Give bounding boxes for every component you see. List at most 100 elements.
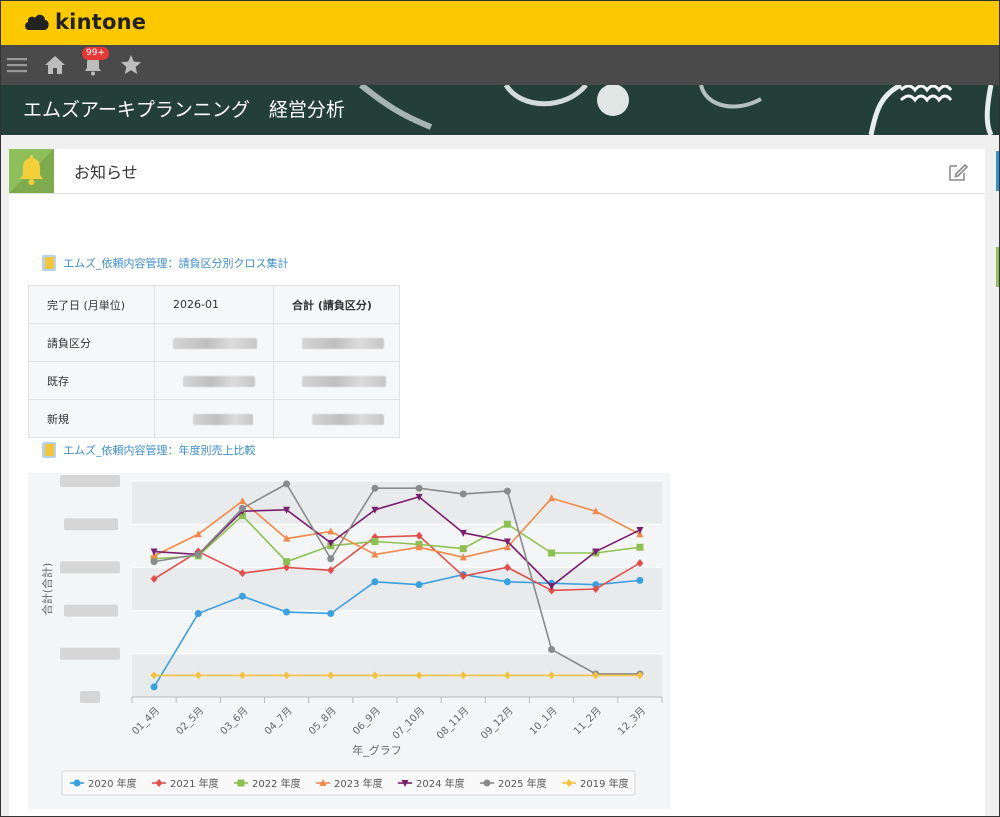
notification-badge: 99+ [82, 47, 109, 60]
data-point [371, 578, 379, 586]
plot-band [132, 610, 662, 654]
x-tick-label: 07_10月 [390, 705, 427, 742]
data-point [371, 484, 379, 492]
masked-value [273, 399, 400, 438]
side-tab[interactable] [996, 151, 999, 191]
x-tick-label: 05_8月 [306, 705, 339, 738]
data-point [237, 779, 245, 787]
masked-y-tick [60, 475, 120, 487]
data-point [503, 487, 511, 495]
notice-bell-tile [9, 149, 54, 193]
x-tick-label: 10_1月 [527, 705, 560, 738]
table-row: 請負区分 [28, 323, 400, 362]
panel-title: お知らせ [74, 163, 138, 182]
data-point [238, 504, 246, 512]
data-point [636, 543, 644, 551]
table-header-cell: 完了日 (月単位) [28, 285, 155, 324]
table-row: 既存 [28, 361, 400, 400]
legend-entry: 2024 年度 [416, 777, 465, 790]
x-tick-label: 02_5月 [174, 705, 207, 738]
report-link-crosstab[interactable]: エムズ_依頼内容管理：請負区分別クロス集計 [41, 254, 289, 272]
masked-value [154, 399, 274, 438]
legend-entry: 2020 年度 [88, 777, 137, 790]
masked-value [273, 323, 400, 362]
data-point [503, 578, 511, 586]
masked-y-tick [64, 518, 118, 531]
space-title: エムズアーキプランニング 経営分析 [23, 99, 345, 121]
space-header: エムズアーキプランニング 経営分析 [1, 85, 999, 135]
data-point [194, 609, 202, 617]
x-tick-label: 08_11月 [434, 705, 471, 742]
data-point [194, 550, 202, 558]
row-label: 請負区分 [28, 323, 155, 362]
x-tick-label: 03_6月 [218, 705, 251, 738]
panel-header: お知らせ [9, 149, 985, 194]
data-point [503, 520, 511, 528]
data-point [283, 558, 291, 566]
data-point [283, 480, 291, 488]
x-axis-title: 年_グラフ [352, 743, 402, 757]
top-bar: kintone [1, 1, 999, 45]
home-icon[interactable] [43, 53, 67, 77]
data-point [415, 484, 423, 492]
legend-entry: 2022 年度 [252, 777, 301, 790]
report-title: エムズ_依頼内容管理：請負区分別クロス集計 [63, 257, 289, 270]
data-point [283, 608, 291, 616]
notice-bell-icon [9, 149, 54, 193]
report-book-icon [42, 255, 56, 271]
data-point [636, 576, 644, 584]
report-book-icon [42, 442, 56, 458]
data-point [371, 537, 379, 545]
menu-icon[interactable] [5, 53, 29, 77]
data-point [548, 645, 556, 653]
x-tick-label: 11_2月 [571, 705, 604, 738]
yearly-sales-chart: 01_4月 02_5月 03_6月 04_7月 05_8月 06_9月 07_10月 08_1… [28, 473, 670, 809]
report-title: エムズ_依頼内容管理：年度別売上比較 [63, 444, 256, 457]
x-tick-label: 01_4月 [130, 705, 163, 738]
y-axis-title: 合計(合計) [40, 563, 54, 616]
line-chart-svg: 01_4月 02_5月 03_6月 04_7月 05_8月 06_9月 07_10月 08_1… [40, 475, 663, 796]
data-point [459, 490, 467, 498]
row-label: 既存 [28, 361, 155, 400]
notice-panel: お知らせ エムズ_依頼内容管理：請負区分別クロス集計 完了日 (月単位) 202… [9, 149, 985, 816]
legend-entry: 2023 年度 [334, 777, 383, 790]
data-point [150, 558, 158, 566]
crosstab-table: 完了日 (月単位) 2026-01 合計 (請負区分) 請負区分 既存 新規 [28, 285, 400, 438]
data-point [238, 592, 246, 600]
data-point [548, 549, 556, 557]
kintone-window: kintone 99+ エムズアーキプランニング 経営分析 お知らせ エムズ_依… [0, 0, 1000, 817]
kintone-logo[interactable]: kintone [23, 9, 146, 35]
cloud-logo-icon [25, 14, 49, 30]
table-row: 新規 [28, 399, 400, 438]
report-link-yearly-sales[interactable]: エムズ_依頼内容管理：年度別売上比較 [41, 441, 256, 459]
row-label: 新規 [28, 399, 155, 438]
legend-entry: 2021 年度 [170, 777, 219, 790]
side-tab[interactable] [996, 247, 999, 287]
legend-entry: 2025 年度 [498, 777, 547, 790]
global-nav: 99+ [1, 45, 999, 85]
masked-value [154, 323, 274, 362]
edit-icon[interactable] [947, 161, 969, 183]
data-point [327, 609, 335, 617]
masked-y-tick [60, 647, 120, 660]
masked-y-tick [80, 691, 100, 703]
x-tick-label: 06_9月 [350, 705, 383, 738]
data-point [415, 581, 423, 589]
masked-value [154, 361, 274, 400]
masked-value [273, 361, 400, 400]
data-point [459, 545, 467, 553]
table-header-cell: 合計 (請負区分) [273, 285, 400, 324]
data-point [73, 779, 81, 787]
table-header-cell: 2026-01 [154, 285, 274, 324]
data-point [327, 555, 335, 563]
data-point [150, 683, 158, 691]
legend-entry: 2019 年度 [580, 777, 629, 790]
favorites-star-icon[interactable] [119, 53, 143, 77]
x-tick-label: 12_3月 [615, 705, 648, 738]
data-point [483, 779, 491, 787]
masked-y-tick [64, 604, 118, 617]
x-tick-label: 09_12月 [478, 705, 515, 742]
masked-y-tick [60, 561, 120, 574]
x-tick-label: 04_7月 [262, 705, 295, 738]
table-header-row: 完了日 (月単位) 2026-01 合計 (請負区分) [28, 285, 400, 324]
